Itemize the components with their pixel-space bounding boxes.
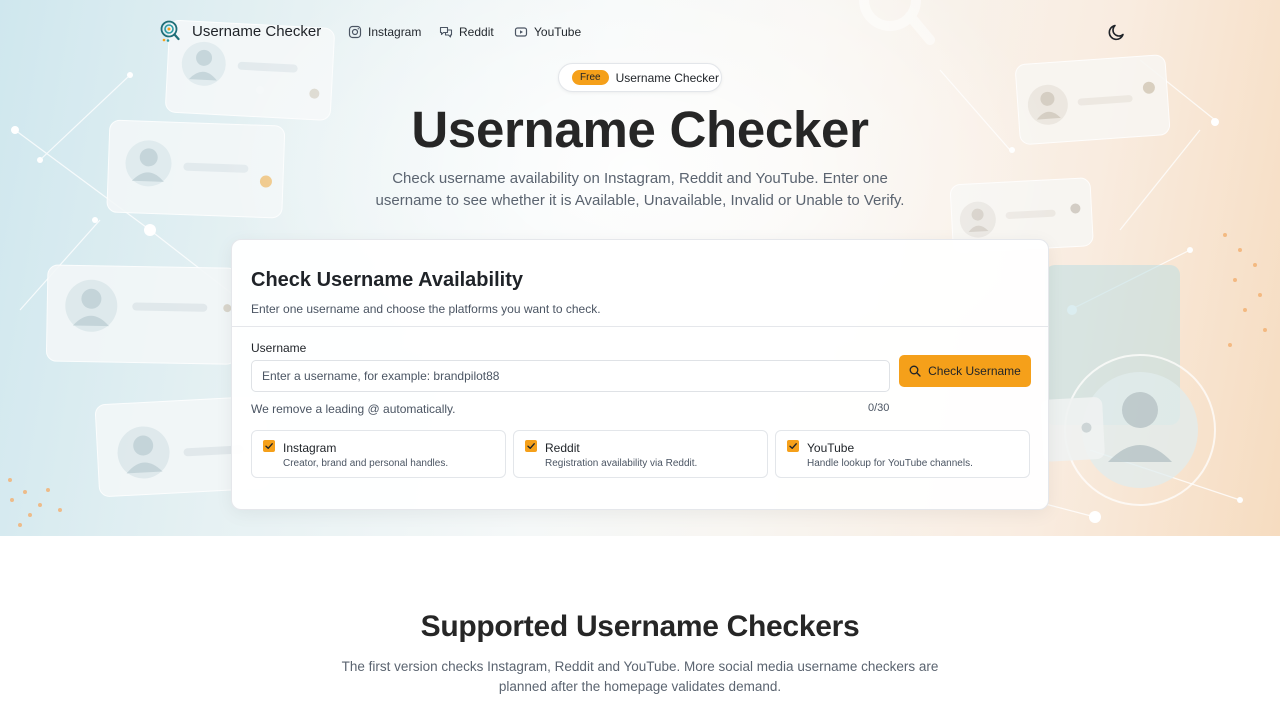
youtube-icon	[514, 27, 528, 37]
nav-link-label: Reddit	[459, 25, 494, 39]
platform-description: Registration availability via Reddit.	[545, 458, 698, 469]
search-icon	[909, 365, 921, 377]
check-username-button[interactable]: Check Username	[899, 355, 1031, 387]
brand-name: Username Checker	[192, 22, 322, 40]
check-username-label: Check Username	[928, 364, 1021, 378]
supported-title: Supported Username Checkers	[420, 610, 860, 643]
badge-label: Username Checker	[615, 70, 719, 85]
check-icon	[527, 443, 535, 449]
checker-title: Check Username Availability	[251, 269, 523, 291]
page-subtitle: Check username availability on Instagram…	[375, 170, 905, 209]
platform-name: Instagram	[283, 441, 337, 455]
checker-card: Check Username Availability Enter one us…	[231, 239, 1049, 510]
free-badge: Free	[572, 70, 609, 85]
instagram-icon	[348, 25, 362, 39]
divider	[232, 326, 1048, 327]
nav-link-reddit[interactable]: Reddit	[439, 25, 494, 39]
platform-option-youtube[interactable]: YouTube Handle lookup for YouTube channe…	[775, 430, 1030, 478]
page-title: Username Checker	[411, 101, 869, 158]
username-label: Username	[251, 341, 307, 355]
platform-name: YouTube	[807, 441, 855, 455]
top-navigation: Username Checker Instagram Reddit YouTub…	[0, 0, 1280, 64]
platform-description: Handle lookup for YouTube channels.	[807, 458, 973, 469]
nav-link-instagram[interactable]: Instagram	[348, 25, 421, 39]
platform-description: Creator, brand and personal handles.	[283, 458, 449, 469]
platform-option-reddit[interactable]: Reddit Registration availability via Red…	[513, 430, 768, 478]
hero-badge: Free Username Checker	[558, 63, 722, 92]
brand[interactable]: Username Checker	[160, 20, 321, 42]
character-counter: 0/30	[868, 402, 890, 414]
nav-link-label: Instagram	[368, 25, 422, 39]
platform-name: Reddit	[545, 441, 580, 455]
check-icon	[789, 443, 797, 449]
reddit-checkbox[interactable]	[525, 440, 537, 452]
instagram-checkbox[interactable]	[263, 440, 275, 452]
nav-link-label: YouTube	[534, 25, 582, 39]
chat-icon	[439, 26, 453, 38]
username-hint: We remove a leading @ automatically.	[251, 402, 456, 416]
supported-subtitle: The first version checks Instagram, Redd…	[341, 659, 939, 694]
moon-icon[interactable]	[1107, 22, 1127, 42]
platform-option-instagram[interactable]: Instagram Creator, brand and personal ha…	[251, 430, 506, 478]
nav-link-youtube[interactable]: YouTube	[514, 25, 581, 39]
checker-subtitle: Enter one username and choose the platfo…	[251, 302, 601, 316]
logo-icon	[160, 20, 180, 42]
username-input[interactable]	[251, 360, 890, 392]
youtube-checkbox[interactable]	[787, 440, 799, 452]
check-icon	[265, 443, 273, 449]
